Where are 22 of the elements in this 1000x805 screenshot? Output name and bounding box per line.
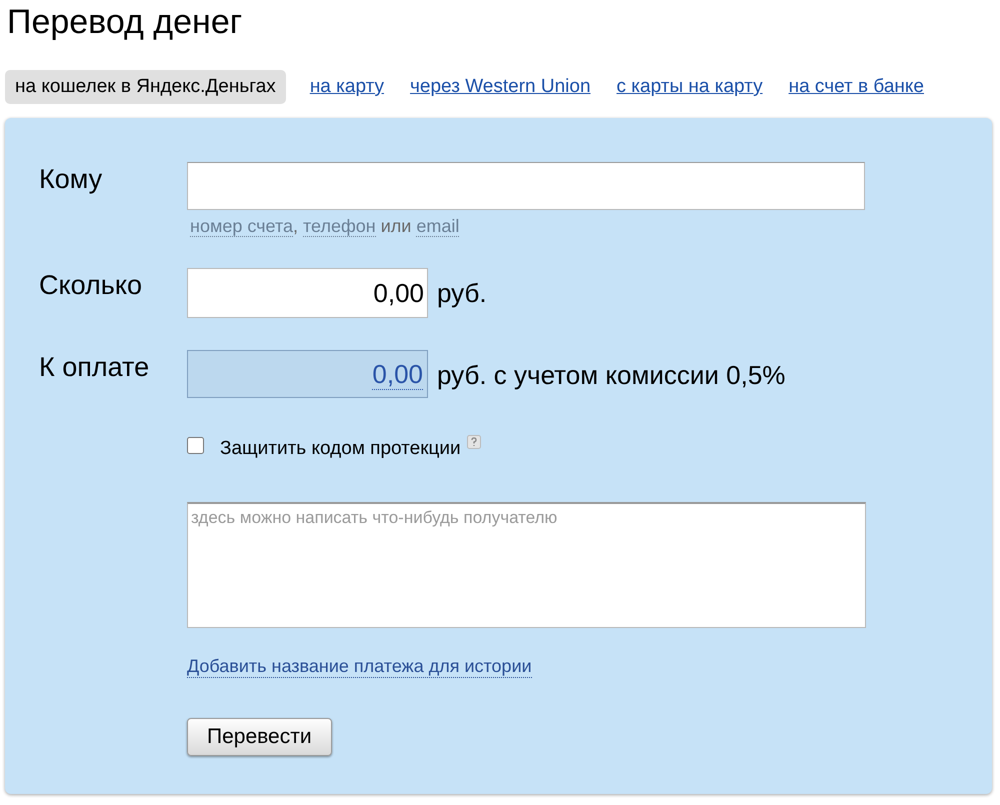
transfer-tab[interactable]: с карты на карту	[614, 70, 765, 104]
page-title: Перевод денег	[6, 2, 244, 42]
transfer-button[interactable]: Перевести	[187, 718, 332, 756]
help-icon[interactable]	[466, 435, 481, 449]
transfer-tab[interactable]: на карту	[308, 70, 386, 104]
field-label: К оплате	[39, 351, 150, 384]
currency-unit: руб.	[437, 277, 487, 310]
transfer-tab[interactable]: на кошелек в Яндекс.Деньгах	[5, 70, 286, 104]
hint-text: ,	[293, 216, 298, 237]
message-field[interactable]: здесь можно написать что-нибудь получателю	[187, 502, 866, 628]
hint-text: или	[380, 216, 412, 237]
amount-field[interactable]: 0,00	[187, 268, 428, 318]
history-link[interactable]: Добавить название платежа для истории	[187, 656, 532, 678]
transfer-tab[interactable]: на счет в банке	[786, 70, 926, 104]
recipient-field[interactable]	[187, 162, 865, 210]
checkbox-label: Защитить кодом протекции	[220, 438, 461, 460]
field-label: Сколько	[39, 269, 143, 302]
transfer-tab[interactable]: через Western Union	[408, 70, 593, 104]
protect-checkbox[interactable]	[187, 436, 204, 454]
payable-amount-link[interactable]: 0,00	[372, 358, 423, 390]
field-label: Кому	[39, 163, 104, 196]
commission-note: руб. с учетом комиссии 0,5%	[437, 359, 786, 392]
